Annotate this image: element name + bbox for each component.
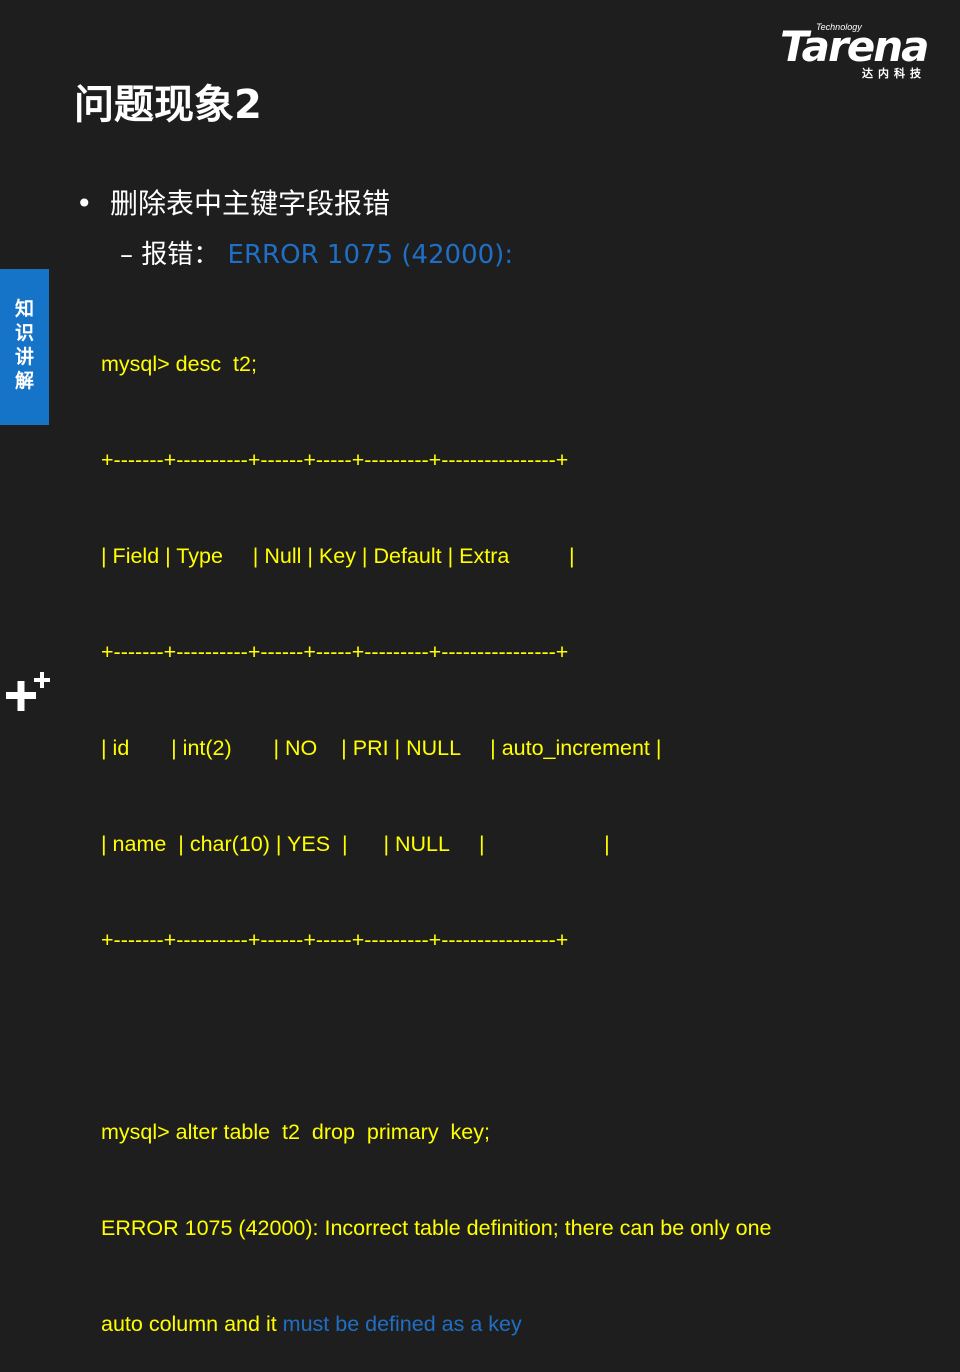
code-line-row-id: | id | int(2) | NO | PRI | NULL | auto_i… [101,736,662,760]
code-line-separator: +-------+----------+------+-----+-------… [101,928,569,952]
tarena-logo: Technology Tarena 达内科技 [780,22,948,84]
error-text-yellow: auto column and it [101,1312,283,1336]
code-block: mysql> desc t2; +-------+----------+----… [101,284,771,1372]
code-line-error-1: ERROR 1075 (42000): Incorrect table defi… [101,1216,772,1240]
code-line-alter: mysql> alter table t2 drop primary key; [101,1120,490,1144]
tab-char-1: 知 [14,298,34,320]
code-line-separator: +-------+----------+------+-----+-------… [101,640,569,664]
plus-logo-icon [6,672,50,711]
logo-chinese-name: 达内科技 [862,67,926,80]
code-line-desc: mysql> desc t2; [101,352,257,376]
code-line-row-name: | name | char(10) | YES | | NULL | | [101,832,610,856]
knowledge-tab[interactable]: 知 识 讲 解 [0,269,49,425]
sub-bullet-item: – 报错： ERROR 1075 (42000): [120,234,513,271]
tab-char-2: 识 [14,322,34,344]
code-line-separator: +-------+----------+------+-----+-------… [101,448,569,472]
sub-bullet-label: 报错： [141,240,220,270]
tab-char-4: 解 [14,370,34,392]
bullet-marker: • [76,187,93,220]
error-text-highlight: must be defined as a key [282,1312,522,1336]
code-line-header: | Field | Type | Null | Key | Default | … [101,544,575,568]
slide-title: 问题现象2 [74,82,262,128]
bullet-text: 删除表中主键字段报错 [110,187,391,220]
sub-bullet-marker: – [120,240,133,270]
sub-bullet-error-code: ERROR 1075 (42000): [227,240,514,270]
logo-wordmark: Tarena [780,22,929,71]
tab-char-3: 讲 [14,346,34,368]
bullet-item: • 删除表中主键字段报错 [76,182,390,222]
code-line-error-2: auto column and it must be defined as a … [101,1308,771,1340]
